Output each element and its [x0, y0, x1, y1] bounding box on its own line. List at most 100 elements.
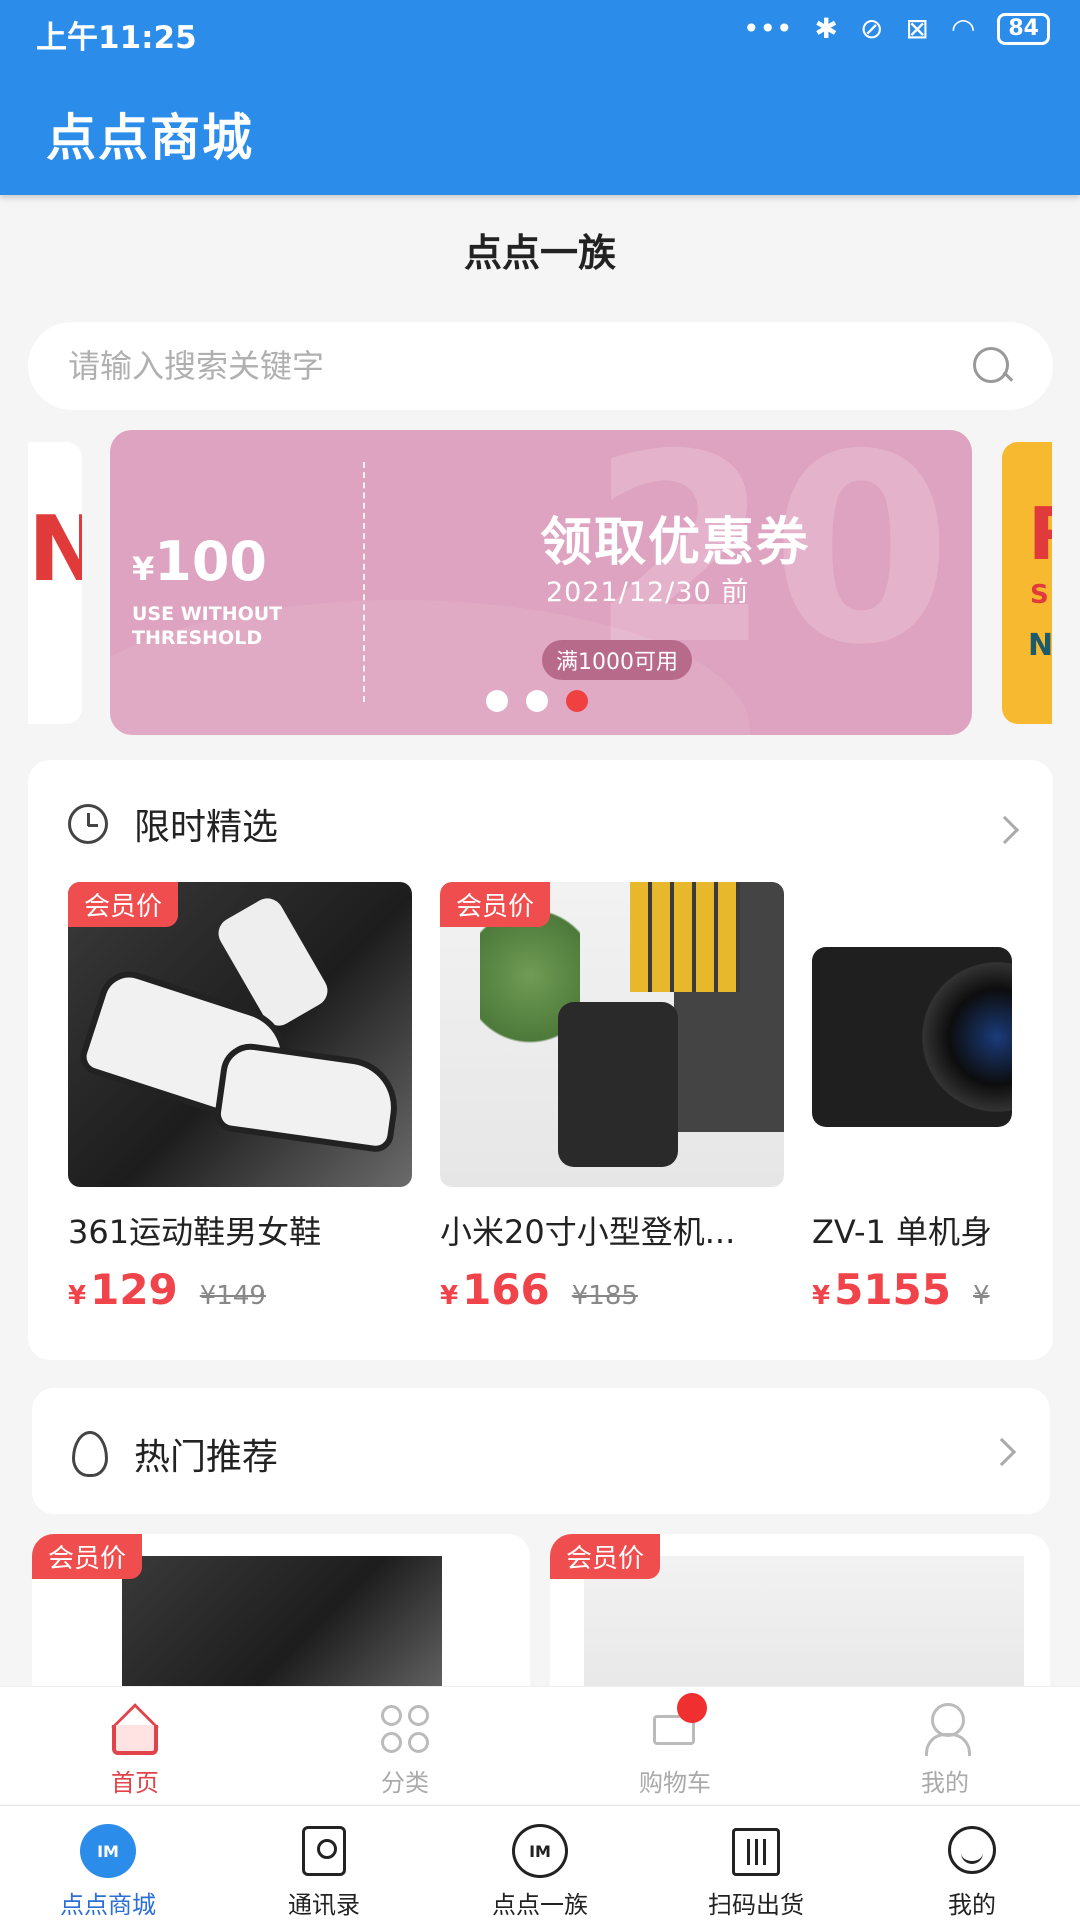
coupon-date: 2021/12/30 前: [546, 577, 750, 608]
app-bar: 上午11:25 ••• ✱ ⊘ ⊠ ◠ 84 点点商城: [0, 0, 1080, 195]
scan-icon: [726, 1822, 786, 1879]
banner-next-letter: R: [1028, 492, 1052, 576]
flame-icon: [72, 1431, 108, 1477]
home-icon: [107, 1701, 163, 1757]
banner-next-s: S: [1030, 580, 1049, 610]
tab-cart[interactable]: 购物车: [540, 1687, 810, 1804]
coupon-currency: ¥: [132, 550, 155, 588]
product-name: 361运动鞋男女鞋: [68, 1213, 322, 1251]
battery-icon: 84: [997, 12, 1050, 45]
carousel-dots: [486, 690, 588, 712]
bluetooth-icon: ✱: [814, 12, 838, 45]
banner-prev-letter: N: [28, 497, 82, 602]
tab-community[interactable]: IM 点点一族: [432, 1806, 648, 1920]
sim-off-icon: ⊠: [905, 12, 929, 45]
flash-sale-header[interactable]: 限时精选: [68, 798, 278, 850]
status-time: 上午11:25: [36, 20, 197, 56]
cart-badge-dot: [677, 1693, 707, 1723]
more-dots-icon: •••: [742, 12, 793, 45]
product-prices: ¥129 ¥149: [68, 1265, 412, 1314]
shirt-shape: [630, 882, 740, 992]
user-icon: [917, 1701, 973, 1757]
tab-scan[interactable]: 扫码出货: [648, 1806, 864, 1920]
coupon-divider: [363, 462, 365, 702]
product-name: ZV-1 单机身: [812, 1213, 993, 1251]
member-price-badge: 会员价: [32, 1534, 143, 1579]
currency-symbol: ¥: [440, 1281, 459, 1311]
hot-product-card[interactable]: 会员价: [32, 1534, 530, 1704]
tab-category[interactable]: 分类: [270, 1687, 540, 1804]
product-card[interactable]: 会员价 小米20寸小型登机... ¥166 ¥185: [440, 882, 784, 1314]
tab-label: 我的: [921, 1769, 969, 1797]
product-card[interactable]: 会员价 361运动鞋男女鞋 ¥129 ¥149: [68, 882, 412, 1314]
tab-label: 点点一族: [492, 1891, 588, 1919]
hot-product-card[interactable]: 会员价: [550, 1534, 1050, 1704]
mute-icon: ⊘: [860, 12, 884, 45]
flash-sale-title: 限时精选: [134, 807, 279, 848]
price-value: 5155: [834, 1265, 951, 1314]
product-image[interactable]: [812, 882, 1012, 1187]
im-chat-outline-icon: IM: [510, 1822, 570, 1879]
carousel-dot-active[interactable]: [566, 690, 588, 712]
search-bar[interactable]: [28, 322, 1053, 410]
coupon-title: 领取优惠券: [540, 513, 811, 573]
search-icon[interactable]: [971, 345, 1013, 387]
original-price: ¥: [973, 1281, 990, 1311]
tab-label: 扫码出货: [708, 1891, 804, 1919]
tab-label: 首页: [111, 1769, 159, 1797]
tab-home[interactable]: 首页: [0, 1687, 270, 1804]
product-price: ¥5155: [812, 1265, 951, 1314]
product-name: 小米20寸小型登机...: [440, 1213, 736, 1251]
product-prices: ¥166 ¥185: [440, 1265, 784, 1314]
banner-next-n: N: [1028, 628, 1052, 663]
banner-prev-peek[interactable]: N: [28, 442, 82, 724]
coupon-condition-badge: 满1000可用: [542, 640, 692, 680]
chevron-right-icon[interactable]: [987, 1437, 1017, 1467]
product-image[interactable]: [122, 1556, 442, 1704]
tab-label: 分类: [381, 1769, 429, 1797]
carousel-dot[interactable]: [526, 690, 548, 712]
carousel-dot[interactable]: [486, 690, 508, 712]
wifi-icon: ◠: [950, 12, 976, 45]
suitcase-shape: [558, 1002, 678, 1167]
product-card[interactable]: ZV-1 单机身 ¥5155 ¥: [812, 882, 1012, 1314]
original-price: ¥185: [571, 1281, 638, 1311]
member-price-badge: 会员价: [440, 882, 551, 927]
price-value: 129: [90, 1265, 178, 1314]
banner-next-peek[interactable]: R S N: [1002, 442, 1052, 724]
product-price: ¥129: [68, 1265, 178, 1314]
member-price-badge: 会员价: [68, 882, 179, 927]
coupon-amount: 100: [154, 530, 267, 593]
product-image[interactable]: 会员价: [68, 882, 412, 1187]
tab-label: 购物车: [639, 1769, 711, 1797]
contacts-icon: [294, 1822, 354, 1879]
shoe-shape: [212, 1039, 404, 1155]
page-title: 点点一族: [463, 231, 616, 275]
hot-recommend-header[interactable]: 热门推荐: [32, 1388, 1050, 1514]
currency-symbol: ¥: [812, 1281, 831, 1311]
tab-contacts[interactable]: 通讯录: [216, 1806, 432, 1920]
flash-sale-card: 限时精选 会员价 361运动鞋男女鞋 ¥129 ¥149 会员价 小米20寸小型…: [28, 760, 1053, 1360]
product-price: ¥166: [440, 1265, 550, 1314]
hot-title: 热门推荐: [134, 1437, 279, 1478]
clock-icon: [68, 804, 108, 844]
coupon-banner[interactable]: 20 ¥100 USE WITHOUT THRESHOLD 领取优惠券 2021…: [110, 430, 972, 735]
search-input[interactable]: [68, 347, 971, 385]
tab-label: 我的: [948, 1891, 996, 1919]
product-prices: ¥5155 ¥: [812, 1265, 1012, 1314]
tab-mine[interactable]: 我的: [810, 1687, 1080, 1804]
tab-profile[interactable]: 我的: [864, 1806, 1080, 1920]
app-tab-bar: IM 点点商城 通讯录 IM 点点一族 扫码出货 我的: [0, 1805, 1080, 1920]
smile-icon: [942, 1822, 1002, 1879]
coupon-subtext: USE WITHOUT THRESHOLD: [132, 603, 283, 649]
tab-label: 通讯录: [288, 1891, 360, 1919]
status-icons: ••• ✱ ⊘ ⊠ ◠ 84: [743, 12, 1050, 45]
tab-label: 点点商城: [60, 1891, 156, 1919]
mall-tab-bar: 首页 分类 购物车 我的: [0, 1686, 1080, 1804]
chevron-right-icon[interactable]: [990, 815, 1020, 845]
app-title: 点点商城: [46, 109, 254, 167]
tab-mall[interactable]: IM 点点商城: [0, 1806, 216, 1920]
member-price-badge: 会员价: [550, 1534, 661, 1579]
coupon-value: ¥100: [132, 530, 267, 593]
product-image[interactable]: 会员价: [440, 882, 784, 1187]
